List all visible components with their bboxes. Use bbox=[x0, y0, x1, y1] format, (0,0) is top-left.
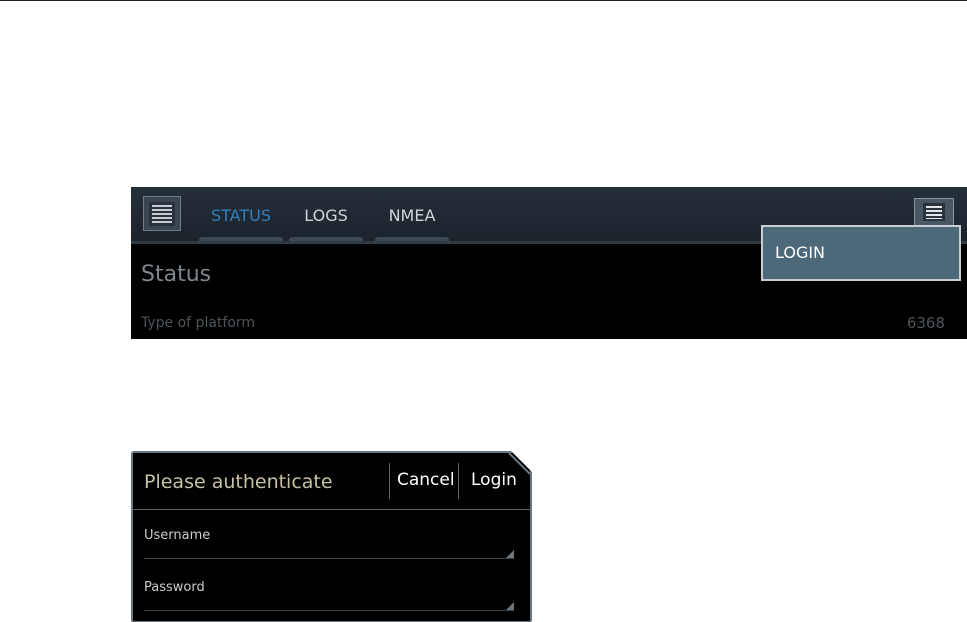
top-divider bbox=[0, 0, 967, 1]
tab-nmea[interactable]: NMEA bbox=[375, 187, 449, 244]
platform-type-label: Type of platform bbox=[141, 315, 256, 331]
header-divider bbox=[458, 463, 459, 499]
tab-logs[interactable]: LOGS bbox=[289, 187, 363, 244]
tab-status-indicator bbox=[199, 237, 283, 241]
overflow-menu-icon bbox=[923, 203, 945, 221]
tab-logs-label: LOGS bbox=[304, 206, 348, 225]
password-underline bbox=[144, 610, 514, 611]
header-divider bbox=[389, 463, 390, 499]
page-title: Status bbox=[141, 262, 212, 287]
tab-logs-indicator bbox=[289, 237, 363, 241]
overflow-menu-button[interactable] bbox=[914, 198, 954, 226]
overflow-dropdown: LOGIN bbox=[761, 225, 961, 281]
status-panel: STATUS LOGS NMEA Status Type of platform… bbox=[131, 187, 967, 339]
tab-nmea-indicator bbox=[375, 237, 449, 241]
password-label: Password bbox=[144, 580, 205, 595]
tab-nmea-label: NMEA bbox=[388, 206, 436, 225]
tab-status[interactable]: STATUS bbox=[199, 187, 283, 244]
auth-dialog-header: Please authenticate Cancel Login bbox=[133, 453, 530, 510]
menu-button[interactable] bbox=[143, 196, 181, 231]
login-button[interactable]: Login bbox=[471, 470, 517, 490]
username-underline bbox=[144, 558, 514, 559]
page: STATUS LOGS NMEA Status Type of platform… bbox=[0, 0, 967, 622]
tab-status-label: STATUS bbox=[210, 206, 272, 225]
password-field[interactable]: Password bbox=[144, 577, 514, 611]
menu-list-icon bbox=[149, 201, 175, 226]
username-label: Username bbox=[144, 528, 211, 543]
username-field[interactable]: Username bbox=[144, 525, 514, 559]
auth-dialog-title: Please authenticate bbox=[144, 471, 333, 493]
password-resize-marker bbox=[506, 602, 514, 610]
platform-type-value: 6368 bbox=[906, 314, 945, 332]
auth-dialog: Please authenticate Cancel Login Usernam… bbox=[131, 451, 532, 622]
menu-item-login[interactable]: LOGIN bbox=[775, 243, 825, 262]
username-resize-marker bbox=[506, 550, 514, 558]
cancel-button[interactable]: Cancel bbox=[397, 470, 455, 490]
